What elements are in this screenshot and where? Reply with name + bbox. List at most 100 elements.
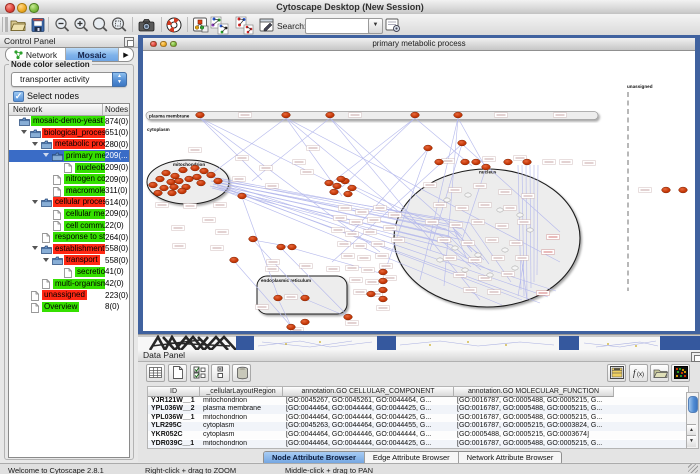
table-column-header[interactable]: ID	[148, 387, 200, 397]
zoom-fit-button[interactable]	[91, 16, 109, 34]
table-column-header[interactable]: annotation.GO CELLULAR_COMPONENT	[283, 387, 454, 397]
table-cell[interactable]: [GO:0016787, GO:0005488, GO:0005215, G..…	[454, 405, 613, 414]
table-cell[interactable]: mitochondrion	[200, 414, 282, 423]
camera-button[interactable]	[137, 16, 155, 34]
minimize-window-button[interactable]	[17, 3, 27, 13]
tree-row[interactable]: transport558(0)	[9, 255, 129, 267]
attribute-pair-button[interactable]	[211, 364, 230, 382]
tree-row[interactable]: response to stimul264(0)	[9, 232, 129, 244]
window-close-icon[interactable]	[150, 41, 157, 48]
table-cell[interactable]: [GO:0044464, GO:0044444, GO:0044425, G..…	[283, 440, 453, 449]
table-cell[interactable]: [GO:0016787, GO:0005488, GO:0005215, G..…	[454, 440, 613, 449]
expand-arrow-icon[interactable]	[32, 246, 38, 250]
network-pair-blue-button[interactable]	[210, 16, 228, 34]
table-cell[interactable]: YPL036W__2	[148, 405, 199, 414]
table-cell[interactable]: [GO:0044464, GO:0044444, GO:0044425, G..…	[283, 414, 453, 423]
table-cell[interactable]: [GO:0045267, GO:0045261, GO:0044464, G..…	[283, 397, 453, 406]
toolbar-grip[interactable]	[2, 17, 5, 32]
main-toolbar: Search: ▼	[0, 14, 700, 36]
lifesaver-button[interactable]	[165, 16, 183, 34]
zoom-in-button[interactable]	[72, 16, 90, 34]
table-cell[interactable]: [GO:0045263, GO:0044464, GO:0044455, G..…	[283, 422, 453, 431]
tree-row[interactable]: nitrogen compo209(0)	[9, 174, 129, 186]
table-cell[interactable]: [GO:0044464, GO:0044444, GO:0044425, G..…	[283, 405, 453, 414]
open-folder-button[interactable]	[9, 16, 27, 34]
close-window-button[interactable]	[5, 3, 15, 13]
zoom-selected-button[interactable]	[110, 16, 128, 34]
network-canvas[interactable]: plasma membranecytoplasmmitochondrionnuc…	[143, 51, 695, 331]
save-button[interactable]	[29, 16, 47, 34]
table-cell[interactable]: plasma membrane	[200, 405, 282, 414]
tree-row[interactable]: Overview8(0)	[9, 301, 129, 313]
app-title-bar[interactable]: Cytoscape Desktop (New Session)	[0, 0, 700, 15]
tree-row[interactable]: cellular metabo209(0)	[9, 208, 129, 220]
tree-row[interactable]: secretion41(0)	[9, 266, 129, 278]
vizmapper-button[interactable]	[258, 16, 276, 34]
tree-row[interactable]: establishment of lo558(0)	[9, 243, 129, 255]
tree-row[interactable]: multi-organism pro42(0)	[9, 278, 129, 290]
function-builder-button[interactable]: f(x)	[629, 364, 648, 382]
table-cell[interactable]: YDR039C__1	[148, 440, 199, 449]
table-cell[interactable]: YLR295C	[148, 422, 199, 431]
network-graph: plasma membranecytoplasmmitochondrionnuc…	[143, 51, 695, 331]
expand-arrow-icon[interactable]	[43, 153, 49, 157]
tree-row[interactable]: unassigned223(0)	[9, 290, 129, 302]
zoom-window-button[interactable]	[29, 3, 39, 13]
expand-arrow-icon[interactable]	[32, 142, 38, 146]
toolbar-separator	[187, 17, 188, 32]
window-zoom-icon[interactable]	[170, 41, 177, 48]
window-minimize-icon[interactable]	[160, 41, 167, 48]
table-cell[interactable]: YKR052C	[148, 431, 199, 440]
network-window-title-bar[interactable]: primary metabolic process	[143, 38, 695, 51]
tab-mosaic-label: Mosaic	[78, 50, 107, 60]
tree-row[interactable]: cellular process614(0)	[9, 197, 129, 209]
search-dropdown-button[interactable]: ▼	[368, 18, 383, 34]
new-attribute-button[interactable]	[168, 364, 187, 382]
table-cell[interactable]: [GO:0016787, GO:0005488, GO:0005215, G..…	[454, 414, 613, 423]
table-column-header[interactable]: annotation.GO MOLECULAR_FUNCTION	[454, 387, 614, 397]
tree-row[interactable]: biological_process651(0)	[9, 127, 129, 139]
select-attributes-button[interactable]	[190, 364, 209, 382]
table-cell[interactable]: [GO:0005488, GO:0005215, GO:0003674]	[454, 431, 613, 440]
table-cell[interactable]: [GO:0044464, GO:0044446, GO:0044444, G..…	[283, 431, 453, 440]
delete-attribute-button[interactable]	[232, 364, 251, 382]
tree-row[interactable]: macromolecule311(0)	[9, 185, 129, 197]
tree-row[interactable]: cell communicat22(0)	[9, 220, 129, 232]
network-pair-red-button[interactable]	[235, 16, 253, 34]
tree-column-divider[interactable]	[102, 104, 103, 115]
attribute-table-button[interactable]	[146, 364, 165, 382]
tabs-overflow-button[interactable]: ▶	[119, 48, 133, 61]
table-cell[interactable]: cytoplasm	[200, 431, 282, 440]
attribute-form-button[interactable]	[607, 364, 626, 382]
heatmap-button[interactable]	[671, 364, 690, 382]
table-cell[interactable]: [GO:0016787, GO:0005215, GO:0003824, G..…	[454, 422, 613, 431]
resize-grip[interactable]	[688, 464, 698, 473]
select-nodes-checkbox[interactable]: ✓	[13, 91, 24, 102]
combobox-stepper-icon[interactable]: ▲▼	[112, 72, 127, 87]
tree-row[interactable]: nucleobase-209(0)	[9, 162, 129, 174]
scroll-down-button[interactable]: ▼	[687, 435, 696, 447]
table-cell[interactable]: YPL036W__1	[148, 414, 199, 423]
search-input[interactable]	[305, 18, 372, 34]
expand-arrow-icon[interactable]	[43, 258, 49, 262]
table-cell[interactable]: cytoplasm	[200, 422, 282, 431]
table-scrollbar[interactable]: ▲ ▼	[686, 392, 699, 449]
node-color-combobox[interactable]: transporter activity ▲▼	[11, 72, 127, 87]
node-grid-button[interactable]	[192, 16, 210, 34]
search-settings-button[interactable]	[384, 16, 402, 34]
table-cell[interactable]: YJR121W__1	[148, 397, 199, 406]
tree-row[interactable]: mosaic-demo-yeast874(0)	[9, 116, 129, 128]
table-column-header[interactable]: _cellularLayoutRegion	[200, 387, 283, 397]
float-panel-icon[interactable]	[124, 37, 134, 47]
table-cell[interactable]: mitochondrion	[200, 397, 282, 406]
expand-arrow-icon[interactable]	[21, 130, 27, 134]
tree-row[interactable]: metabolic process280(0)	[9, 139, 129, 151]
table-cell[interactable]: [GO:0016787, GO:0005488, GO:0005215, G..…	[454, 397, 613, 406]
import-attributes-button[interactable]	[650, 364, 669, 382]
table-cell[interactable]: mitochondrion	[200, 440, 282, 449]
expand-arrow-icon[interactable]	[32, 200, 38, 204]
scrollbar-thumb[interactable]	[688, 396, 698, 413]
zoom-out-button[interactable]	[53, 16, 71, 34]
status-welcome: Welcome to Cytoscape 2.8.1	[8, 466, 104, 474]
tree-row[interactable]: primary metabo209(...	[9, 150, 129, 162]
